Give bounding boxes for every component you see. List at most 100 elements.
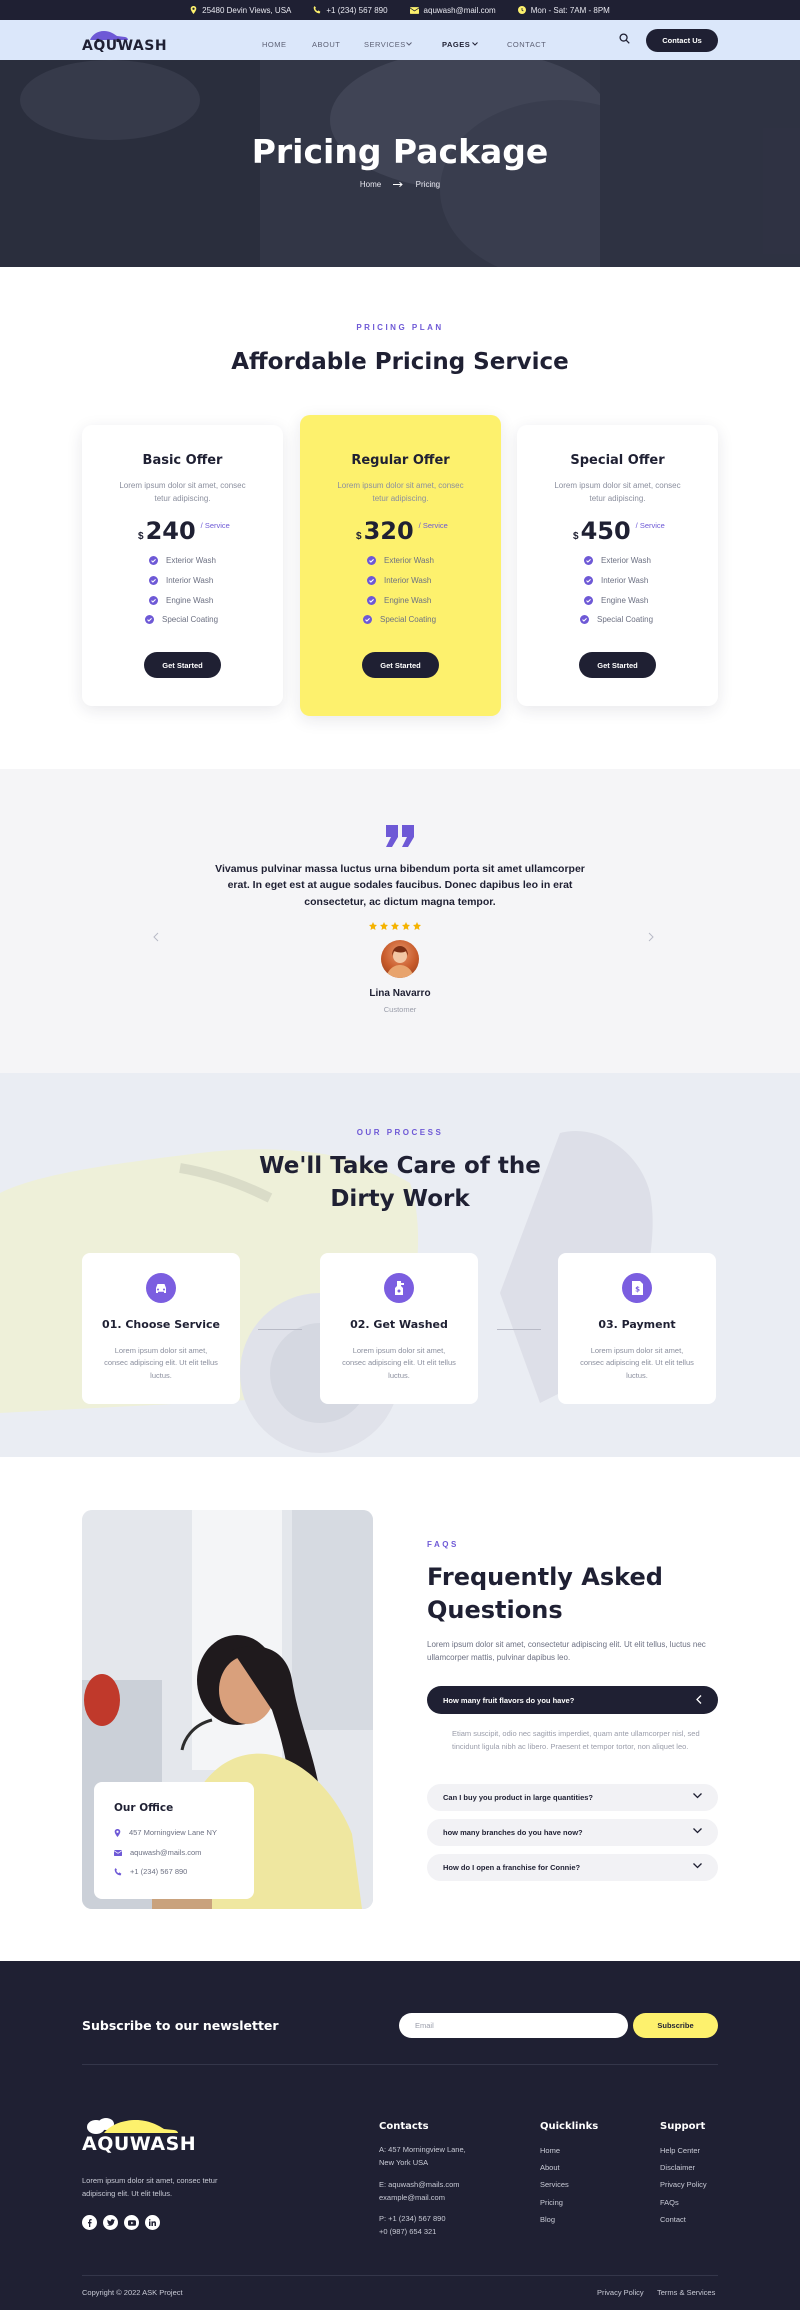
plan-description: Lorem ipsum dolor sit amet, consec tetur…: [337, 481, 464, 503]
process-section: OUR PROCESS We'll Take Care of the Dirty…: [0, 1073, 800, 1457]
contacts-heading: Contacts: [379, 2121, 429, 2132]
chevron-down-icon: [693, 1863, 702, 1869]
process-title: We'll Take Care of the Dirty Work: [259, 1153, 541, 1213]
nav-services[interactable]: SERVICES: [364, 40, 406, 49]
facebook-icon[interactable]: [82, 2215, 97, 2230]
footer-bottom-divider: [82, 2275, 718, 2276]
footer-link-disclaimer[interactable]: Disclaimer: [660, 2163, 695, 2172]
star-icon: [413, 922, 421, 930]
footer-link-about[interactable]: About: [540, 2163, 560, 2172]
support-heading: Support: [660, 2121, 706, 2132]
topbar-email[interactable]: aquwash@mail.com: [409, 6, 496, 15]
faq-question[interactable]: Can I buy you product in large quantitie…: [427, 1784, 718, 1811]
feature-item: Exterior Wash: [367, 556, 434, 565]
feature-item: Engine Wash: [367, 596, 431, 605]
avatar: [381, 940, 419, 978]
office-phone[interactable]: +1 (234) 567 890: [114, 1867, 187, 1876]
step-title: 03. Payment: [598, 1318, 676, 1331]
price-currency: $: [573, 531, 579, 542]
chevron-left-icon[interactable]: [153, 932, 159, 942]
plan-description: Lorem ipsum dolor sit amet, consec tetur…: [119, 481, 246, 503]
get-started-button[interactable]: Get Started: [144, 652, 221, 678]
search-icon[interactable]: [619, 33, 630, 44]
breadcrumb-current: Pricing: [415, 180, 441, 189]
footer-logo-text: AQUWASH: [82, 2133, 197, 2155]
mail-icon: [409, 6, 419, 14]
feature-item: Interior Wash: [149, 576, 213, 585]
office-email[interactable]: aquwash@mails.com: [114, 1848, 201, 1857]
location-pin-icon: [114, 1828, 121, 1837]
bottom-link-privacy[interactable]: Privacy Policy: [597, 2288, 644, 2297]
price-amount: 450: [580, 517, 631, 545]
footer-link-faqs[interactable]: FAQs: [660, 2198, 679, 2207]
rating-stars: [369, 922, 421, 930]
plan-price: $ 320 / Service: [356, 517, 448, 545]
contact-phone[interactable]: P: +1 (234) 567 890 +0 (987) 654 321: [379, 2213, 446, 2239]
invoice-icon: $: [622, 1273, 652, 1303]
footer-link-services[interactable]: Services: [540, 2180, 569, 2189]
price-period: / Service: [635, 521, 665, 530]
get-started-button[interactable]: Get Started: [362, 652, 439, 678]
nav-about[interactable]: ABOUT: [312, 40, 340, 49]
nav-pages[interactable]: PAGES: [442, 40, 470, 49]
faq-question[interactable]: How do I open a franchise for Connie?: [427, 1854, 718, 1881]
site-logo[interactable]: AQUWASH: [82, 28, 167, 54]
footer-link-blog[interactable]: Blog: [540, 2215, 555, 2224]
check-circle-icon: [584, 576, 593, 585]
process-eyebrow: OUR PROCESS: [356, 1128, 444, 1137]
feature-item: Special Coating: [363, 615, 436, 624]
footer-link-privacy-policy[interactable]: Privacy Policy: [660, 2180, 707, 2189]
step-connector: [497, 1329, 541, 1330]
linkedin-icon[interactable]: [145, 2215, 160, 2230]
page-title: Pricing Package: [251, 132, 549, 171]
hero-banner: Pricing Package Home Pricing: [0, 60, 800, 267]
breadcrumb: Home Pricing: [0, 180, 800, 189]
pricing-eyebrow: PRICING PLAN: [356, 323, 444, 332]
clock-icon: [517, 6, 526, 14]
check-circle-icon: [367, 556, 376, 565]
twitter-icon[interactable]: [103, 2215, 118, 2230]
footer-link-home[interactable]: Home: [540, 2146, 560, 2155]
footer-link-contact[interactable]: Contact: [660, 2215, 686, 2224]
contact-us-button[interactable]: Contact Us: [646, 29, 718, 52]
feature-item: Exterior Wash: [149, 556, 216, 565]
footer-link-help-center[interactable]: Help Center: [660, 2146, 700, 2155]
youtube-icon[interactable]: [124, 2215, 139, 2230]
pricing-card-special: Special Offer Lorem ipsum dolor sit amet…: [517, 425, 718, 706]
get-started-button[interactable]: Get Started: [579, 652, 656, 678]
check-circle-icon: [149, 576, 158, 585]
chevron-down-icon: [472, 42, 478, 46]
nav-contact[interactable]: CONTACT: [507, 40, 546, 49]
footer-link-pricing[interactable]: Pricing: [540, 2198, 563, 2207]
chevron-down-icon: [406, 42, 412, 46]
plan-price: $ 450 / Service: [573, 517, 665, 545]
subscribe-button[interactable]: Subscribe: [633, 2013, 718, 2038]
arrow-right-icon: [393, 182, 404, 188]
quote-icon: [386, 825, 414, 847]
step-description: Lorem ipsum dolor sit amet, consec adipi…: [342, 1346, 456, 1380]
check-circle-icon: [580, 615, 589, 624]
nav-home[interactable]: HOME: [262, 40, 287, 49]
reviewer-role: Customer: [383, 1005, 417, 1014]
newsletter-title: Subscribe to our newsletter: [82, 2018, 279, 2033]
newsletter-email-input[interactable]: Email: [399, 2013, 628, 2038]
svg-text:$: $: [635, 1286, 640, 1294]
site-footer: Subscribe to our newsletter Email Subscr…: [0, 1961, 800, 2310]
faq-description: Lorem ipsum dolor sit amet, consectetur …: [427, 1640, 706, 1663]
price-period: / Service: [418, 521, 448, 530]
feature-item: Engine Wash: [584, 596, 648, 605]
faq-question-open[interactable]: How many fruit flavors do you have?: [427, 1686, 718, 1714]
step-description: Lorem ipsum dolor sit amet, consec adipi…: [580, 1346, 694, 1380]
bottom-link-terms[interactable]: Terms & Services: [657, 2288, 715, 2297]
breadcrumb-home[interactable]: Home: [360, 180, 381, 189]
price-currency: $: [138, 531, 144, 542]
star-icon: [391, 922, 399, 930]
spray-bottle-icon: [384, 1273, 414, 1303]
feature-item: Engine Wash: [149, 596, 213, 605]
topbar-phone[interactable]: +1 (234) 567 890: [313, 6, 388, 15]
plan-name: Special Offer: [570, 453, 665, 468]
chevron-right-icon[interactable]: [648, 932, 654, 942]
faq-question[interactable]: how many branches do you have now?: [427, 1819, 718, 1846]
step-title: 01. Choose Service: [102, 1318, 220, 1331]
contact-email[interactable]: E: aquwash@mails.com example@mail.com: [379, 2179, 460, 2205]
